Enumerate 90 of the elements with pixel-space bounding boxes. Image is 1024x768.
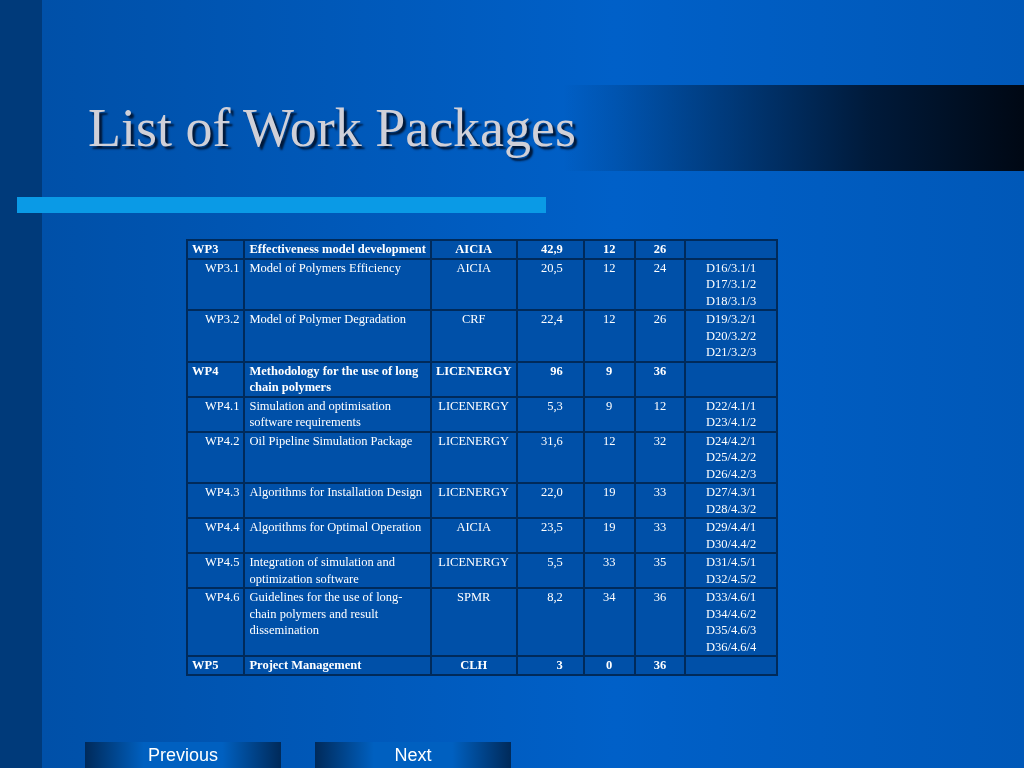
table-cell: 20,5: [540, 260, 563, 275]
table-cell-text: D22/4.1/1: [705, 397, 758, 414]
table-cell-text: D29/4.4/1: [705, 519, 758, 536]
table-cell-text: D25/4.2/2: [705, 449, 758, 466]
table-cell-text: D19/3.2/1: [705, 311, 758, 328]
table-cell: CLH: [460, 658, 488, 672]
slide-title: List of Work Packages: [88, 97, 577, 159]
table-cell: WP5: [192, 658, 219, 672]
table-cell: Oil Pipeline Simulation Package: [249, 433, 413, 448]
table-cell: Integration of simulation and optimization software: [249, 555, 395, 586]
table-cell: 32: [653, 433, 667, 448]
table-cell: AICIA: [455, 242, 493, 256]
table-cell: 26: [653, 312, 667, 326]
table-cell: 33: [602, 555, 616, 569]
table-cell: WP4.6: [205, 590, 240, 604]
table-cell: Guidelines for the use of long-chain polymers and result dissemination: [249, 590, 403, 637]
table-cell: 35: [653, 555, 667, 569]
table-cell-text: D34/4.6/2: [705, 605, 758, 622]
table-cell-text: D27/4.3/1: [705, 484, 758, 501]
table-cell-text: D28/4.3/2: [705, 500, 758, 517]
table-cell-text: D24/4.2/1: [705, 432, 758, 449]
next-button[interactable]: Next: [315, 742, 511, 768]
table-cell: CRF: [461, 312, 486, 326]
table-cell: 12: [602, 312, 616, 326]
table-cell: WP4.5: [205, 555, 240, 569]
table-cell: WP4.2: [205, 433, 240, 448]
table-cell: WP3.2: [205, 312, 240, 326]
table-cell: 22,4: [540, 312, 563, 326]
table-cell: 33: [653, 485, 667, 499]
table-cell-text: D17/3.1/2: [705, 276, 758, 293]
table-cell: 9: [606, 398, 613, 413]
table-cell: Methodology for the use of long chain polymers: [249, 363, 419, 394]
table-cell: 33: [653, 520, 667, 534]
table-cell: 19: [602, 520, 616, 534]
table-cell: LICENERGY: [435, 363, 512, 378]
table-cell: 5,3: [547, 398, 563, 413]
table-cell: LICENERGY: [438, 398, 510, 413]
table-cell: WP4.3: [205, 485, 240, 499]
table-cell: WP4.1: [205, 398, 240, 413]
table-cell: WP4.4: [205, 520, 240, 534]
table-cell: 23,5: [540, 520, 563, 534]
table-cell: 8,2: [547, 590, 563, 604]
table-cell-text: D23/4.1/2: [705, 414, 758, 431]
table-cell: 31,6: [540, 433, 563, 448]
table-cell: WP3.1: [205, 260, 240, 275]
table-cell-text: D36/4.6/4: [705, 638, 758, 655]
table-cell: 19: [602, 485, 616, 499]
table-cell: Project Management: [249, 658, 362, 672]
table-cell: Model of Polymer Degradation: [249, 312, 406, 326]
table-cell: SPMR: [457, 590, 491, 604]
table-cell-text: D31/4.5/1: [705, 554, 758, 571]
table-cell: 12: [602, 242, 616, 256]
table-cell: AICIA: [456, 520, 492, 534]
table-cell: LICENERGY: [438, 555, 510, 569]
table-cell-text: D32/4.5/2: [705, 570, 758, 587]
table-cell: 24: [653, 260, 667, 275]
table-cell-text: D30/4.4/2: [705, 535, 758, 552]
table-cell-text: D33/4.6/1: [705, 589, 758, 606]
table-cell: Algorithms for Installation Design: [249, 485, 422, 499]
table-cell-text: D20/3.2/2: [705, 327, 758, 344]
table-cell: WP4: [192, 363, 219, 378]
table-cell: 0: [606, 658, 613, 672]
table-cell: 12: [602, 433, 616, 448]
table-cell: 3: [556, 658, 563, 672]
table-cell-text: D16/3.1/1: [705, 259, 758, 276]
table-cell-text: D21/3.2/3: [705, 344, 758, 361]
table-cell: 22,0: [540, 485, 563, 499]
table-cell: AICIA: [456, 260, 492, 275]
table-cell-text: D26/4.2/3: [705, 465, 758, 482]
table-cell: LICENERGY: [438, 485, 510, 499]
table-cell: Model of Polymers Efficiency: [249, 260, 401, 275]
table-cell: Simulation and optimisation software requirements: [249, 398, 392, 429]
table-cell: LICENERGY: [438, 433, 510, 448]
table-cell: 36: [653, 363, 667, 378]
previous-button[interactable]: Previous: [85, 742, 281, 768]
table-cell: Algorithms for Optimal Operation: [249, 520, 422, 534]
table-cell: 5,5: [547, 555, 563, 569]
table-cell-text: D35/4.6/3: [705, 622, 758, 639]
table-cell: WP3: [192, 242, 219, 256]
table-cell: 36: [653, 658, 667, 672]
table-cell: Effectiveness model development: [249, 242, 426, 256]
table-cell: 26: [653, 242, 667, 256]
table-cell: 12: [653, 398, 667, 413]
table-cell: 9: [606, 363, 613, 378]
table-cell: 42,9: [540, 242, 563, 256]
table-cell: 34: [602, 590, 616, 604]
table-cell: 36: [653, 590, 667, 604]
table-cell-text: D18/3.1/3: [705, 292, 758, 309]
table-cell: 96: [550, 363, 563, 378]
table-cell: 12: [602, 260, 616, 275]
